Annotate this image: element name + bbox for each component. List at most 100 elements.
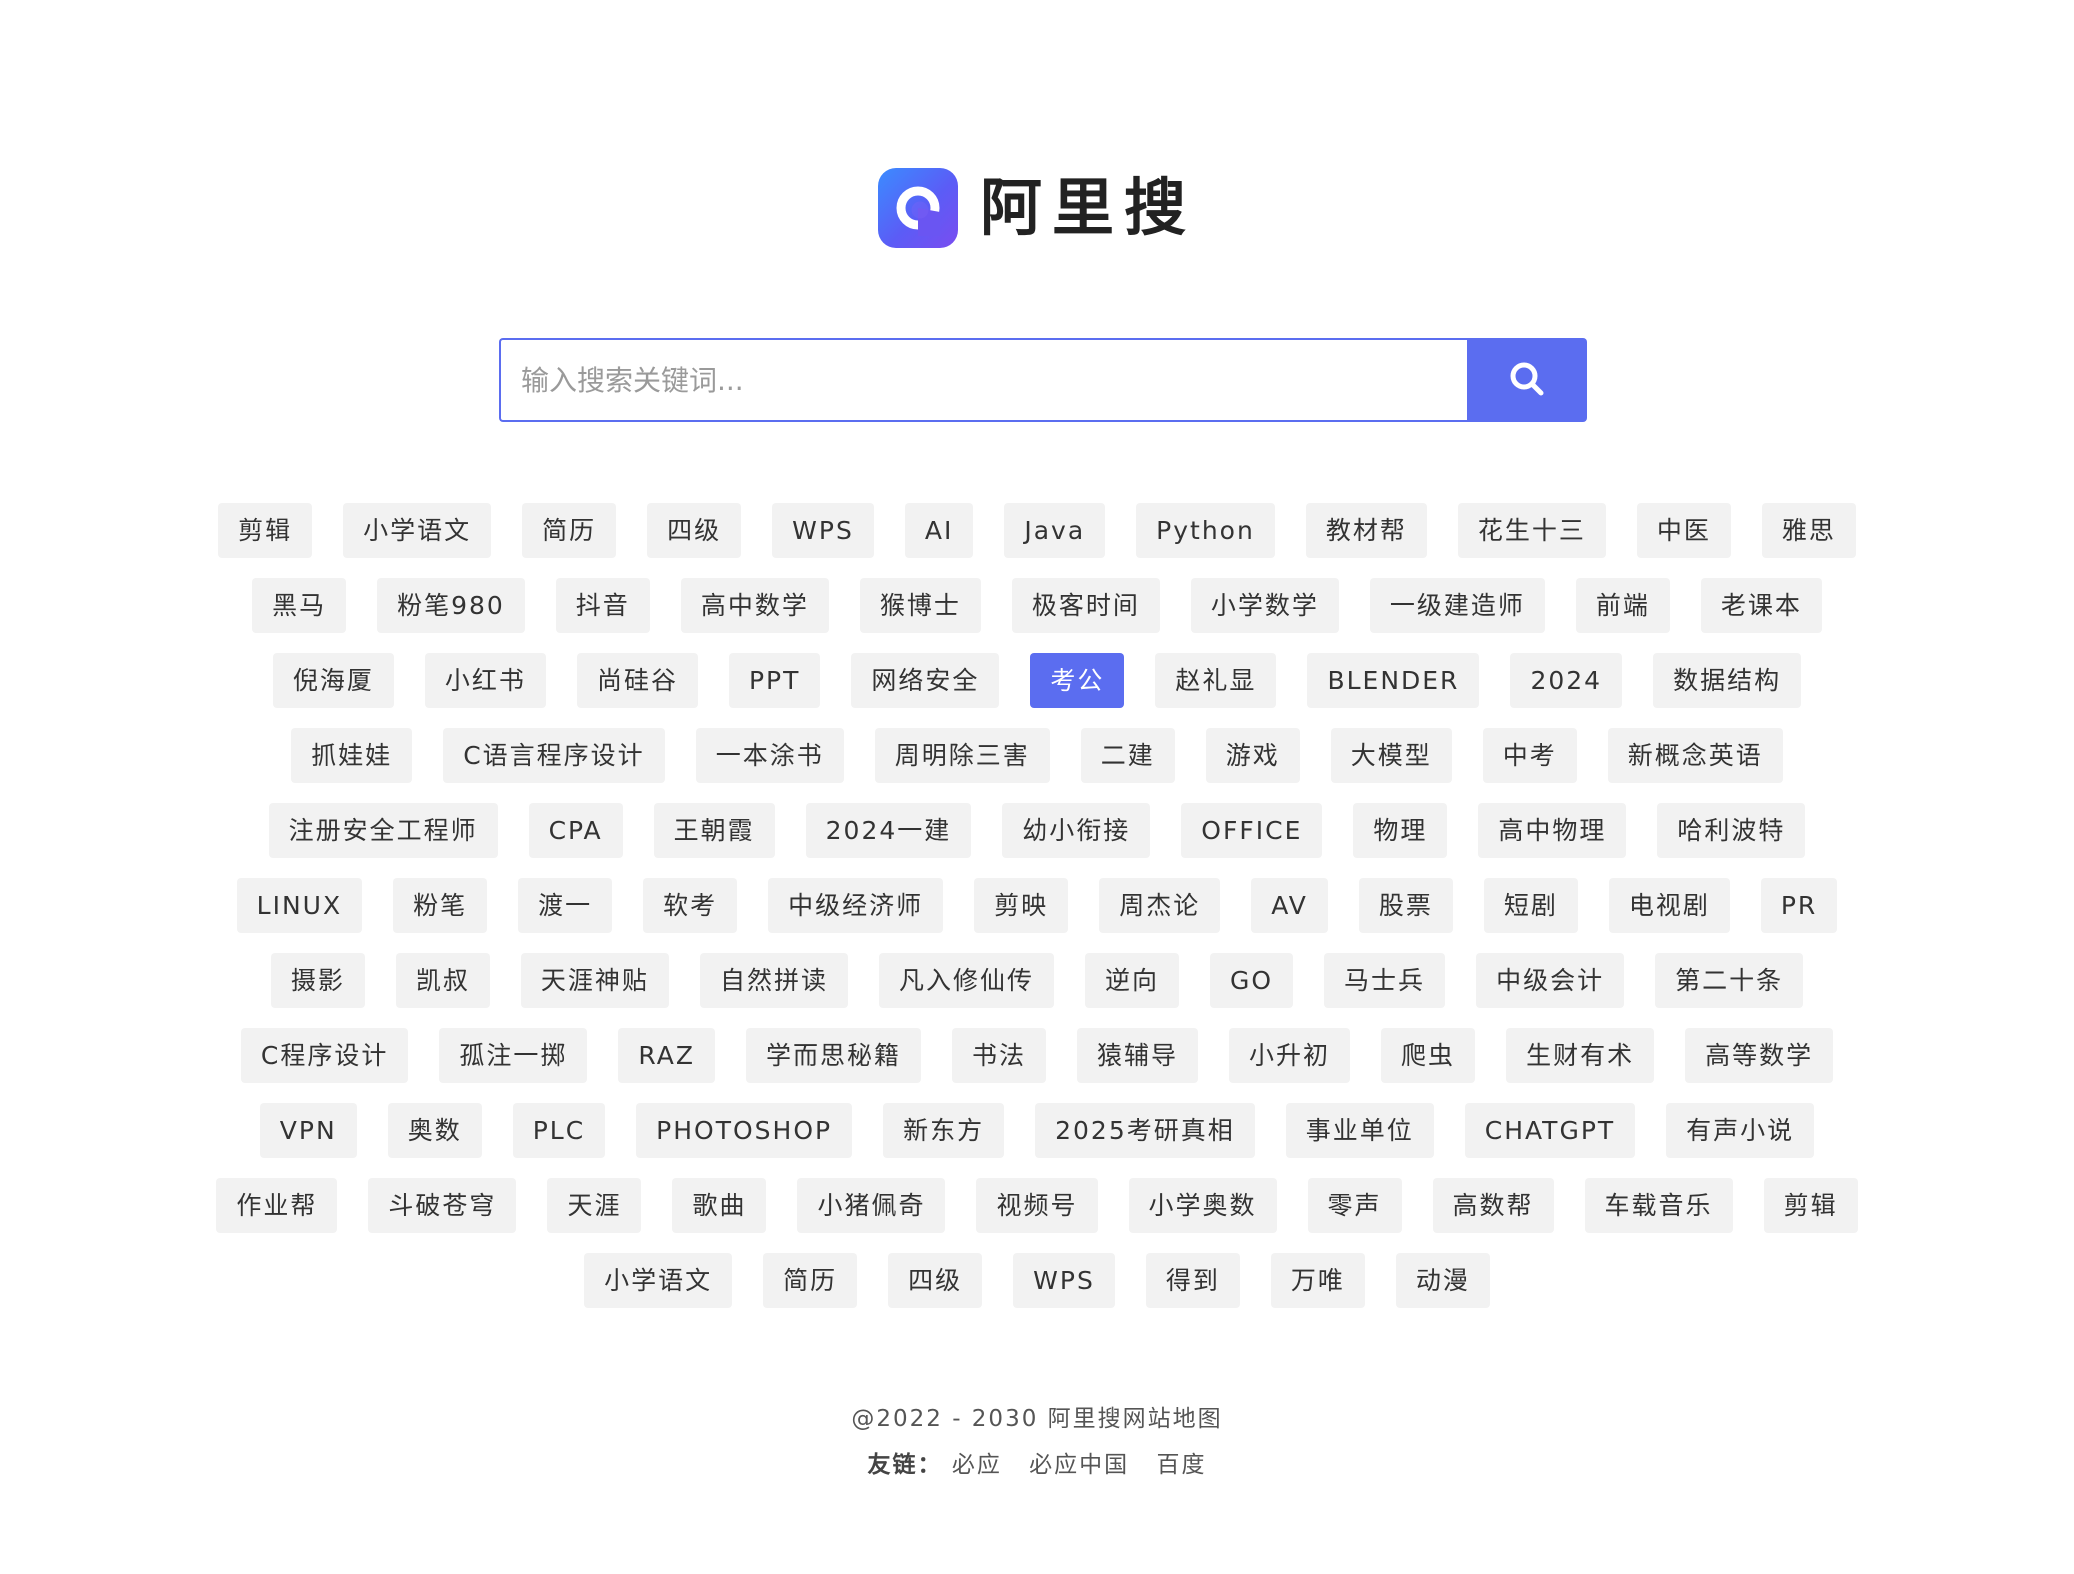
keyword-tag[interactable]: 抓娃娃 [291, 728, 413, 783]
keyword-tag[interactable]: 考公 [1030, 653, 1125, 708]
keyword-tag[interactable]: OFFICE [1181, 803, 1323, 858]
keyword-tag[interactable]: 小学语文 [343, 503, 492, 558]
keyword-tag[interactable]: 视频号 [976, 1178, 1098, 1233]
keyword-tag[interactable]: 孤注一掷 [439, 1028, 588, 1083]
keyword-tag[interactable]: 书法 [952, 1028, 1047, 1083]
keyword-tag[interactable]: 极客时间 [1011, 578, 1160, 633]
keyword-tag[interactable]: 一本涂书 [695, 728, 844, 783]
keyword-tag[interactable]: 一级建造师 [1369, 578, 1545, 633]
keyword-tag[interactable]: 注册安全工程师 [268, 803, 498, 858]
keyword-tag[interactable]: 花生十三 [1457, 503, 1606, 558]
keyword-tag[interactable]: LINUX [236, 878, 363, 933]
keyword-tag[interactable]: 自然拼读 [699, 953, 848, 1008]
keyword-tag[interactable]: PLC [512, 1103, 606, 1158]
keyword-tag[interactable]: 生财有术 [1506, 1028, 1655, 1083]
keyword-tag[interactable]: 倪海厦 [272, 653, 394, 708]
keyword-tag[interactable]: GO [1209, 953, 1294, 1008]
keyword-tag[interactable]: Python [1136, 503, 1275, 558]
keyword-tag[interactable]: 物理 [1353, 803, 1448, 858]
keyword-tag[interactable]: 中考 [1482, 728, 1577, 783]
keyword-tag[interactable]: 简历 [522, 503, 617, 558]
keyword-tag[interactable]: 奥数 [387, 1103, 482, 1158]
keyword-tag[interactable]: 得到 [1145, 1253, 1240, 1308]
keyword-tag[interactable]: 小学语文 [584, 1253, 733, 1308]
keyword-tag[interactable]: 抖音 [555, 578, 650, 633]
friend-link-bing-china[interactable]: 必应中国 [1029, 1452, 1129, 1478]
keyword-tag[interactable]: 马士兵 [1324, 953, 1446, 1008]
keyword-tag[interactable]: 中级经济师 [768, 878, 944, 933]
keyword-tag[interactable]: 王朝霞 [653, 803, 775, 858]
keyword-tag[interactable]: C程序设计 [240, 1028, 409, 1083]
keyword-tag[interactable]: 数据结构 [1653, 653, 1802, 708]
keyword-tag[interactable]: 老课本 [1700, 578, 1822, 633]
keyword-tag[interactable]: 软考 [643, 878, 738, 933]
keyword-tag[interactable]: 摄影 [270, 953, 365, 1008]
keyword-tag[interactable]: 高数帮 [1432, 1178, 1554, 1233]
keyword-tag[interactable]: 猴博士 [859, 578, 981, 633]
keyword-tag[interactable]: 车载音乐 [1584, 1178, 1733, 1233]
keyword-tag[interactable]: 黑马 [252, 578, 347, 633]
keyword-tag[interactable]: 猿辅导 [1077, 1028, 1199, 1083]
keyword-tag[interactable]: 前端 [1575, 578, 1670, 633]
keyword-tag[interactable]: 渡一 [518, 878, 613, 933]
keyword-tag[interactable]: 电视剧 [1608, 878, 1730, 933]
keyword-tag[interactable]: 逆向 [1084, 953, 1179, 1008]
keyword-tag[interactable]: 教材帮 [1305, 503, 1427, 558]
keyword-tag[interactable]: 学而思秘籍 [745, 1028, 921, 1083]
keyword-tag[interactable]: PR [1760, 878, 1838, 933]
keyword-tag[interactable]: C语言程序设计 [443, 728, 665, 783]
keyword-tag[interactable]: BLENDER [1307, 653, 1480, 708]
keyword-tag[interactable]: 幼小衔接 [1002, 803, 1151, 858]
keyword-tag[interactable]: 雅思 [1761, 503, 1856, 558]
keyword-tag[interactable]: 短剧 [1483, 878, 1578, 933]
keyword-tag[interactable]: 2025考研真相 [1035, 1103, 1255, 1158]
keyword-tag[interactable]: 周杰论 [1099, 878, 1221, 933]
keyword-tag[interactable]: 新概念英语 [1607, 728, 1783, 783]
keyword-tag[interactable]: 高等数学 [1685, 1028, 1834, 1083]
keyword-tag[interactable]: 高中物理 [1478, 803, 1627, 858]
keyword-tag[interactable]: 中医 [1636, 503, 1731, 558]
keyword-tag[interactable]: 有声小说 [1666, 1103, 1815, 1158]
keyword-tag[interactable]: 网络安全 [851, 653, 1000, 708]
keyword-tag[interactable]: 天涯 [547, 1178, 642, 1233]
keyword-tag[interactable]: 股票 [1358, 878, 1453, 933]
keyword-tag[interactable]: 大模型 [1330, 728, 1452, 783]
friend-link-baidu[interactable]: 百度 [1156, 1452, 1206, 1478]
keyword-tag[interactable]: 歌曲 [672, 1178, 767, 1233]
keyword-tag[interactable]: 动漫 [1395, 1253, 1490, 1308]
keyword-tag[interactable]: CPA [528, 803, 623, 858]
keyword-tag[interactable]: 斗破苍穹 [368, 1178, 517, 1233]
keyword-tag[interactable]: 游戏 [1205, 728, 1300, 783]
friend-link-bing[interactable]: 必应 [952, 1452, 1002, 1478]
keyword-tag[interactable]: 周明除三害 [874, 728, 1050, 783]
keyword-tag[interactable]: 小红书 [424, 653, 546, 708]
keyword-tag[interactable]: WPS [1013, 1253, 1115, 1308]
keyword-tag[interactable]: AI [904, 503, 974, 558]
keyword-tag[interactable]: Java [1004, 503, 1106, 558]
keyword-tag[interactable]: 零声 [1307, 1178, 1402, 1233]
keyword-tag[interactable]: 爬虫 [1381, 1028, 1476, 1083]
keyword-tag[interactable]: 小猪佩奇 [797, 1178, 946, 1233]
keyword-tag[interactable]: 2024 [1510, 653, 1623, 708]
keyword-tag[interactable]: CHATGPT [1464, 1103, 1636, 1158]
keyword-tag[interactable]: 万唯 [1270, 1253, 1365, 1308]
keyword-tag[interactable]: 尚硅谷 [576, 653, 698, 708]
search-input[interactable] [499, 338, 1467, 422]
keyword-tag[interactable]: 中级会计 [1476, 953, 1625, 1008]
keyword-tag[interactable]: VPN [259, 1103, 357, 1158]
keyword-tag[interactable]: 凡入修仙传 [878, 953, 1054, 1008]
keyword-tag[interactable]: 小升初 [1229, 1028, 1351, 1083]
keyword-tag[interactable]: RAZ [618, 1028, 715, 1083]
keyword-tag[interactable]: 简历 [763, 1253, 858, 1308]
keyword-tag[interactable]: AV [1251, 878, 1328, 933]
keyword-tag[interactable]: 新东方 [883, 1103, 1005, 1158]
keyword-tag[interactable]: 第二十条 [1655, 953, 1804, 1008]
keyword-tag[interactable]: 剪映 [974, 878, 1069, 933]
keyword-tag[interactable]: 凯叔 [395, 953, 490, 1008]
keyword-tag[interactable]: 天涯神贴 [520, 953, 669, 1008]
keyword-tag[interactable]: 剪辑 [1763, 1178, 1858, 1233]
keyword-tag[interactable]: 二建 [1080, 728, 1175, 783]
search-button[interactable] [1467, 338, 1587, 422]
keyword-tag[interactable]: 哈利波特 [1657, 803, 1806, 858]
keyword-tag[interactable]: 小学奥数 [1128, 1178, 1277, 1233]
